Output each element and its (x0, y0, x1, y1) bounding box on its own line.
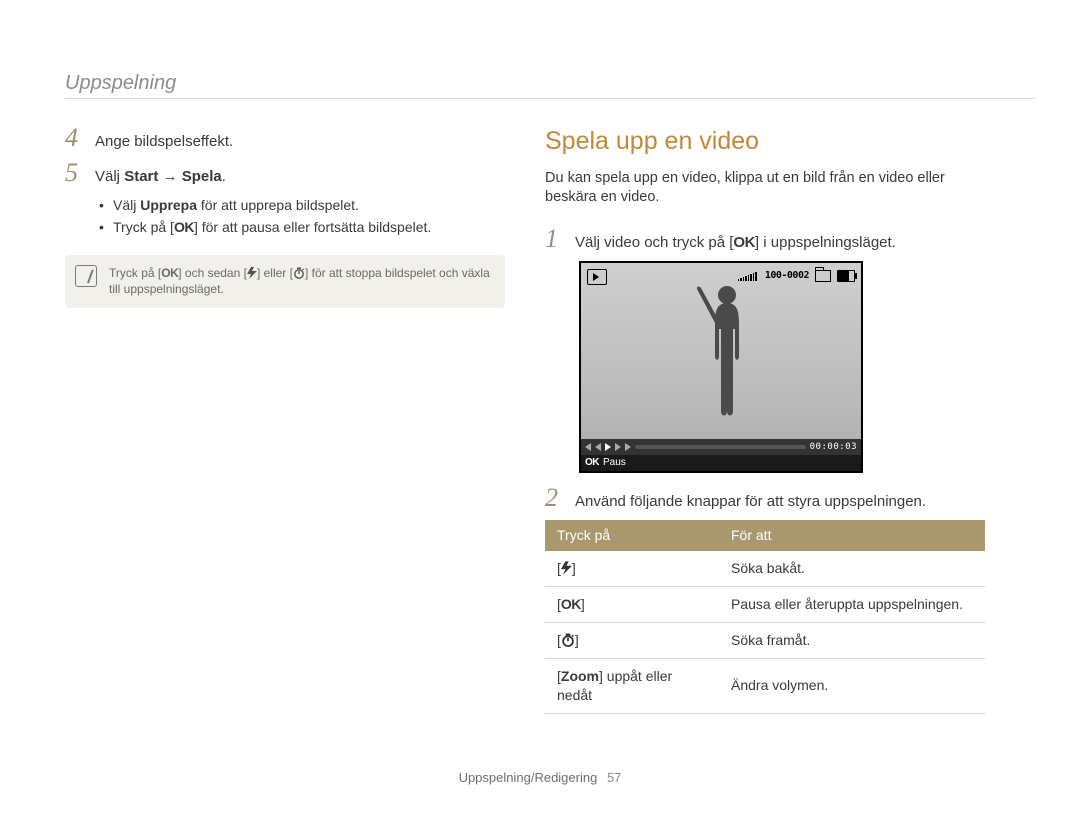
timer-icon (293, 267, 305, 279)
step-text: Använd följande knappar för att styra up… (575, 492, 985, 512)
table-value: Ändra volymen. (719, 658, 985, 713)
table-value: Söka framåt. (719, 623, 985, 659)
ok-icon: OK (585, 456, 599, 470)
ok-icon: OK (561, 596, 581, 612)
step-number: 5 (65, 160, 83, 186)
table-row: [] Söka bakåt. (545, 551, 985, 586)
footer: Uppspelning/Redigering 57 (0, 769, 1080, 787)
note-icon (75, 265, 97, 287)
table-header-left: Tryck på (545, 520, 719, 551)
text: Välj (113, 197, 140, 213)
flash-icon (561, 561, 572, 575)
rewind-icon (595, 443, 601, 451)
table-key: [] (545, 623, 719, 659)
battery-icon (837, 270, 855, 282)
video-top-left (587, 269, 607, 285)
video-controls-bar: 00:00:03 (581, 439, 861, 455)
text: . (222, 168, 226, 185)
ok-icon: OK (733, 234, 755, 251)
time-label: 00:00:03 (810, 441, 857, 453)
progress-track (635, 445, 806, 449)
text: ] i uppspelningsläget. (755, 234, 896, 251)
step-text: Välj video och tryck på [OK] i uppspelni… (575, 233, 985, 253)
step-text: Ange bildspelseffekt. (95, 132, 505, 152)
step-5: 5 Välj Start → Spela. (65, 160, 505, 187)
step-text: Välj Start → Spela. (95, 167, 505, 187)
bullet-list: Välj Upprepa för att upprepa bildspelet.… (99, 196, 505, 238)
controls-table: Tryck på För att [] Söka bakåt. [OK] Pau… (545, 520, 985, 713)
counter-text: 100-0002 (765, 269, 809, 283)
step-4: 4 Ange bildspelseffekt. (65, 125, 505, 152)
table-value: Pausa eller återuppta uppspelningen. (719, 587, 985, 623)
table-key: [OK] (545, 587, 719, 623)
bullet-item: Tryck på [OK] för att pausa eller fortsä… (99, 218, 505, 237)
step-2: 2 Använd följande knappar för att styra … (545, 485, 985, 512)
play-icon (605, 443, 611, 451)
step-number: 4 (65, 125, 83, 151)
text: ] och sedan [ (178, 266, 247, 280)
timer-icon (561, 633, 575, 647)
bold-text: Spela (182, 168, 222, 185)
note-box: Tryck på [OK] och sedan [] eller [] för … (65, 255, 505, 307)
footer-section: Uppspelning/Redigering (459, 770, 598, 785)
footer-page: 57 (607, 770, 621, 785)
bold-text: Upprepa (140, 197, 197, 213)
page: Uppspelning 4 Ange bildspelseffekt. 5 Vä… (0, 0, 1080, 815)
ok-icon: OK (161, 266, 178, 280)
signal-bars-icon (738, 271, 757, 281)
table-row: [OK] Pausa eller återuppta uppspelningen… (545, 587, 985, 623)
table-key: [] (545, 551, 719, 586)
section-intro: Du kan spela upp en video, klippa ut en … (545, 169, 985, 208)
text: ] eller [ (257, 266, 293, 280)
text: → (158, 168, 181, 185)
rewind-icon (585, 443, 591, 451)
step-1: 1 Välj video och tryck på [OK] i uppspel… (545, 226, 985, 253)
text: ] för att pausa eller fortsätta bildspel… (194, 219, 431, 235)
bold-text: Zoom (561, 668, 599, 684)
table-row: [] Söka framåt. (545, 623, 985, 659)
play-mode-icon (587, 269, 607, 285)
header-divider (65, 98, 1035, 99)
section-title: Spela upp en video (545, 125, 985, 159)
text: Tryck på [ (109, 266, 161, 280)
video-status-bar: OK Paus (581, 455, 861, 471)
forward-icon (615, 443, 621, 451)
person-silhouette (697, 281, 757, 431)
section-header: Uppspelning (65, 70, 176, 97)
table-row: [Zoom] uppåt eller nedåt Ändra volymen. (545, 658, 985, 713)
folder-icon (815, 270, 831, 282)
left-column: 4 Ange bildspelseffekt. 5 Välj Start → S… (65, 125, 505, 308)
table-key: [Zoom] uppåt eller nedåt (545, 658, 719, 713)
step-number: 2 (545, 485, 563, 511)
bold-text: Start (124, 168, 158, 185)
ok-icon: OK (174, 219, 194, 235)
table-value: Söka bakåt. (719, 551, 985, 586)
status-label: Paus (603, 456, 626, 470)
forward-icon (625, 443, 631, 451)
bullet-item: Välj Upprepa för att upprepa bildspelet. (99, 196, 505, 215)
text: för att upprepa bildspelet. (197, 197, 359, 213)
text: Välj (95, 168, 124, 185)
text: Välj video och tryck på [ (575, 234, 733, 251)
text: Tryck på [ (113, 219, 174, 235)
right-column: Spela upp en video Du kan spela upp en v… (545, 125, 985, 714)
table-header-right: För att (719, 520, 985, 551)
step-number: 1 (545, 226, 563, 252)
table-header-row: Tryck på För att (545, 520, 985, 551)
video-preview: 100-0002 00:00:03 OK Paus (579, 261, 863, 473)
flash-icon (247, 267, 257, 279)
